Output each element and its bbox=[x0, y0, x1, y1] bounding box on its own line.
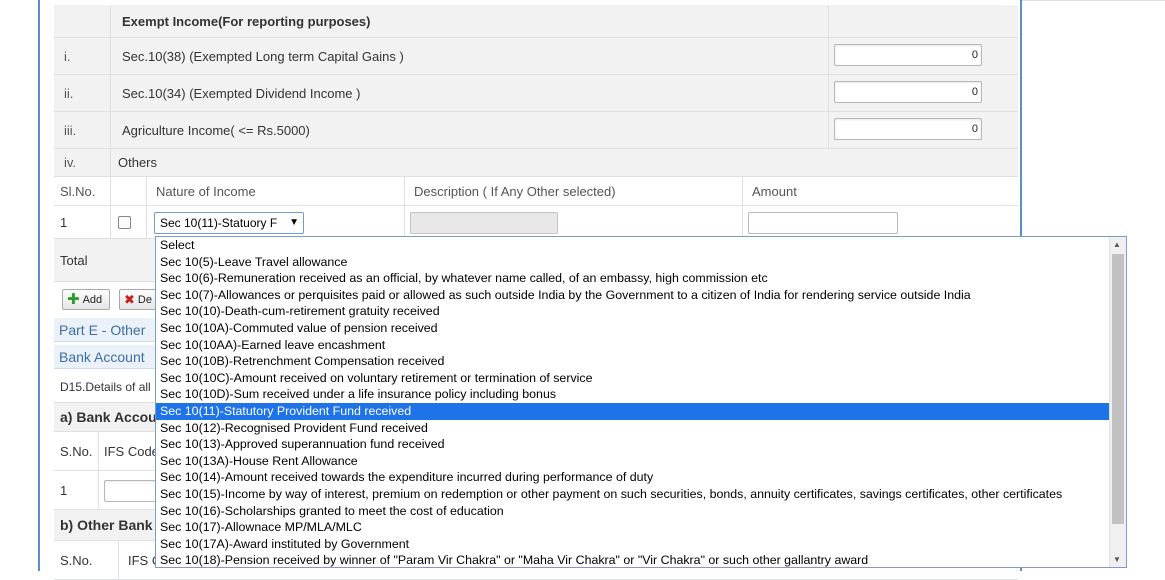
row-index: ii. bbox=[64, 85, 74, 101]
others-row: iv. Others bbox=[54, 149, 1018, 177]
description-header: Description ( If Any Other selected) bbox=[414, 183, 616, 199]
exempt-row-1: i. Sec.10(38) (Exempted Long term Capita… bbox=[54, 38, 1018, 75]
dropdown-option[interactable]: Sec 10(18)-Pension received by winner of… bbox=[156, 552, 1109, 567]
dropdown-option[interactable]: Sec 10(13A)-House Rent Allowance bbox=[156, 453, 1109, 470]
slno-header: Sl.No. bbox=[60, 183, 96, 199]
exempt-row-2: ii. Sec.10(34) (Exempted Dividend Income… bbox=[54, 75, 1018, 112]
dropdown-option[interactable]: Sec 10(10A)-Commuted value of pension re… bbox=[156, 320, 1109, 337]
row-checkbox[interactable] bbox=[118, 216, 131, 229]
description-input bbox=[410, 212, 558, 234]
scroll-up-icon[interactable]: ▲ bbox=[1113, 240, 1121, 249]
nature-dropdown-list[interactable]: Select Sec 10(5)-Leave Travel allowance Se… bbox=[155, 236, 1127, 568]
row-number: 1 bbox=[60, 482, 68, 498]
plus-icon: ✚ bbox=[67, 291, 80, 308]
add-button[interactable]: ✚ Add bbox=[62, 289, 110, 310]
top-divider bbox=[1018, 0, 1165, 6]
dropdown-option[interactable]: Sec 10(10C)-Amount received on voluntary… bbox=[156, 370, 1109, 387]
dropdown-option[interactable]: Sec 10(14)-Amount received towards the e… bbox=[156, 469, 1109, 486]
dropdown-option[interactable]: Sec 10(7)-Allowances or perquisites paid… bbox=[156, 287, 1109, 304]
dropdown-option[interactable]: Sec 10(10B)-Retrenchment Compensation re… bbox=[156, 353, 1109, 370]
amount-input[interactable] bbox=[748, 212, 898, 234]
row-label: Sec.10(34) (Exempted Dividend Income ) bbox=[122, 85, 361, 101]
d15-label: D15.Details of all bbox=[60, 380, 151, 394]
scroll-thumb[interactable] bbox=[1112, 254, 1124, 524]
exempt-row-3: iii. Agriculture Income( <= Rs.5000) 0 bbox=[54, 112, 1018, 149]
dropdown-scrollbar[interactable]: ▲ ▼ bbox=[1109, 237, 1126, 567]
dropdown-option[interactable]: Sec 10(17)-Allownace MP/MLA/MLC bbox=[156, 519, 1109, 536]
row-index: iv. bbox=[64, 155, 77, 170]
exempt-header-row: Exempt Income(For reporting purposes) bbox=[54, 5, 1018, 38]
dropdown-option[interactable]: Sec 10(15)-Income by way of interest, pr… bbox=[156, 486, 1109, 503]
sno-header: S.No. bbox=[60, 443, 93, 459]
amount-header: Amount bbox=[752, 183, 797, 199]
delete-label: De bbox=[137, 293, 152, 306]
add-label: Add bbox=[82, 293, 103, 306]
a-bank-label: a) Bank Accou bbox=[60, 409, 157, 425]
dropdown-option[interactable]: Sec 10(16)-Scholarships granted to meet … bbox=[156, 503, 1109, 520]
dropdown-option[interactable]: Sec 10(10)-Death-cum-retirement gratuity… bbox=[156, 303, 1109, 320]
nature-of-income-select[interactable]: Sec 10(11)-Statuory F ▼ bbox=[154, 212, 304, 234]
agriculture-input[interactable]: 0 bbox=[834, 118, 982, 140]
row-slno: 1 bbox=[60, 214, 68, 230]
ltcg-input[interactable]: 0 bbox=[834, 44, 982, 66]
scroll-down-icon[interactable]: ▼ bbox=[1113, 555, 1121, 564]
nature-header: Nature of Income bbox=[156, 183, 256, 199]
dropdown-option[interactable]: Sec 10(10AA)-Earned leave encashment bbox=[156, 337, 1109, 354]
dropdown-option[interactable]: Sec 10(11)-Statutory Provident Fund rece… bbox=[156, 402, 1109, 420]
sno-header-2: S.No. bbox=[60, 552, 93, 568]
ifs-header: IFS Code bbox=[104, 443, 159, 459]
dropdown-option[interactable]: Sec 10(17A)-Award instituted by Governme… bbox=[156, 536, 1109, 553]
dropdown-option[interactable]: Sec 10(10D)-Sum received under a life in… bbox=[156, 386, 1109, 403]
dropdown-option[interactable]: Sec 10(13)-Approved superannuation fund … bbox=[156, 436, 1109, 453]
dropdown-options: Select Sec 10(5)-Leave Travel allowance Se… bbox=[156, 237, 1109, 567]
row-index: iii. bbox=[64, 122, 77, 138]
selected-value: Sec 10(11)-Statuory F bbox=[160, 216, 278, 230]
dropdown-option[interactable]: Sec 10(6)-Remuneration received as an of… bbox=[156, 270, 1109, 287]
dropdown-option[interactable]: Select bbox=[156, 237, 1109, 254]
delete-button[interactable]: ✖ De bbox=[119, 289, 159, 310]
others-table-header: Sl.No. Nature of Income Description ( If… bbox=[54, 177, 1018, 206]
b-bank-label: b) Other Bank bbox=[60, 517, 153, 533]
exempt-header: Exempt Income(For reporting purposes) bbox=[122, 13, 371, 29]
x-icon: ✖ bbox=[124, 292, 135, 307]
row-label: Agriculture Income( <= Rs.5000) bbox=[122, 122, 310, 138]
total-label: Total bbox=[60, 252, 88, 268]
chevron-down-icon: ▼ bbox=[289, 217, 299, 228]
row-index: i. bbox=[64, 48, 71, 64]
row-label: Sec.10(38) (Exempted Long term Capital G… bbox=[122, 48, 404, 64]
dropdown-option[interactable]: Sec 10(5)-Leave Travel allowance bbox=[156, 254, 1109, 271]
others-label: Others bbox=[118, 155, 158, 170]
dividend-input[interactable]: 0 bbox=[834, 81, 982, 103]
dropdown-option[interactable]: Sec 10(12)-Recognised Provident Fund rec… bbox=[156, 420, 1109, 437]
